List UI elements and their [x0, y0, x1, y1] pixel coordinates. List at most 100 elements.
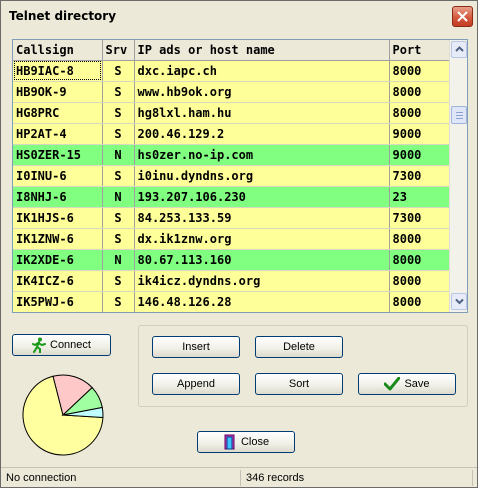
window-title: Telnet directory: [9, 9, 117, 23]
close-button-label: Close: [240, 436, 270, 449]
cell-port[interactable]: 9000: [389, 123, 450, 145]
close-icon: [457, 11, 468, 22]
delete-button[interactable]: Delete: [255, 336, 343, 358]
cell-port[interactable]: 7300: [389, 165, 450, 187]
cell-host[interactable]: 146.48.126.28: [134, 291, 390, 312]
column-header-callsign[interactable]: Callsign: [13, 40, 103, 61]
cell-port[interactable]: 8000: [389, 60, 450, 82]
cell-srv[interactable]: S: [102, 291, 135, 312]
cell-host[interactable]: hs0zer.no-ip.com: [134, 144, 390, 166]
running-man-icon: [32, 337, 46, 355]
scroll-up-button[interactable]: [451, 41, 467, 58]
connect-button[interactable]: Connect: [12, 334, 111, 356]
cell-host[interactable]: hg8lxl.ham.hu: [134, 102, 390, 124]
chevron-down-icon: [455, 298, 464, 305]
table-row[interactable]: I0INU-6 Si0inu.dyndns.org 7300: [13, 165, 450, 187]
cell-port[interactable]: 7300: [389, 207, 450, 229]
insert-button-label: Insert: [182, 341, 210, 354]
close-button[interactable]: Close: [197, 431, 295, 453]
cell-srv[interactable]: S: [102, 165, 135, 187]
cell-srv[interactable]: S: [102, 123, 135, 145]
cell-host[interactable]: dx.ik1znw.org: [134, 228, 390, 250]
table-row[interactable]: IK5PWJ-6 S 146.48.126.28 8000: [13, 291, 450, 312]
table-row[interactable]: IK1HJS-6 S 84.253.133.59 7300: [13, 207, 450, 229]
cell-host[interactable]: www.hb9ok.org: [134, 81, 390, 103]
cell-srv[interactable]: S: [102, 228, 135, 250]
table-row[interactable]: I8NHJ-6 N 193.207.106.230 23: [13, 186, 450, 208]
cell-callsign[interactable]: HG8PRC: [13, 102, 103, 124]
cell-host[interactable]: 193.207.106.230: [134, 186, 390, 208]
records-pie-chart: [22, 374, 104, 456]
save-button[interactable]: Save: [358, 373, 456, 395]
column-header-srv[interactable]: Srv: [102, 40, 135, 61]
table-row[interactable]: HB9OK-9 Swww.hb9ok.org 8000: [13, 81, 450, 103]
table-row[interactable]: HS0ZER-15 Nhs0zer.no-ip.com 9000: [13, 144, 450, 166]
scroll-down-button[interactable]: [451, 293, 467, 310]
status-bar: No connection 346 records: [1, 467, 477, 487]
cell-port[interactable]: 8000: [389, 270, 450, 292]
cell-callsign[interactable]: I0INU-6: [13, 165, 103, 187]
cell-srv[interactable]: N: [102, 144, 135, 166]
telnet-table: Callsign Srv IP ads or host name Port HB…: [13, 40, 450, 312]
append-button[interactable]: Append: [152, 373, 240, 395]
cell-callsign[interactable]: IK5PWJ-6: [13, 291, 103, 312]
cell-srv[interactable]: S: [102, 207, 135, 229]
status-record-count: 346 records: [243, 470, 473, 486]
sort-button[interactable]: Sort: [255, 373, 343, 395]
column-header-host[interactable]: IP ads or host name: [134, 40, 390, 61]
cell-callsign[interactable]: IK2XDE-6: [13, 249, 103, 271]
cell-callsign[interactable]: IK4ICZ-6: [13, 270, 103, 292]
telnet-grid[interactable]: Callsign Srv IP ads or host name Port HB…: [12, 39, 468, 313]
cell-port[interactable]: 8000: [389, 102, 450, 124]
chevron-up-icon: [455, 46, 464, 52]
cell-srv[interactable]: S: [102, 60, 135, 82]
cell-callsign[interactable]: IK1HJS-6: [13, 207, 103, 229]
column-header-port[interactable]: Port: [389, 40, 450, 61]
table-row[interactable]: IK4ICZ-6 Sik4icz.dyndns.org 8000: [13, 270, 450, 292]
checkmark-icon: [383, 376, 401, 391]
cell-port[interactable]: 9000: [389, 144, 450, 166]
insert-button[interactable]: Insert: [152, 336, 240, 358]
cell-srv[interactable]: S: [102, 102, 135, 124]
delete-button-label: Delete: [283, 341, 315, 354]
cell-callsign[interactable]: HB9OK-9: [13, 81, 103, 103]
table-row[interactable]: HB9IAC-8 Sdxc.iapc.ch 8000: [13, 60, 450, 82]
cell-callsign[interactable]: IK1ZNW-6: [13, 228, 103, 250]
cell-port[interactable]: 8000: [389, 291, 450, 312]
cell-host[interactable]: dxc.iapc.ch: [134, 60, 390, 82]
cell-host[interactable]: ik4icz.dyndns.org: [134, 270, 390, 292]
connect-button-label: Connect: [50, 339, 91, 352]
cell-callsign[interactable]: HS0ZER-15: [13, 144, 103, 166]
cell-host[interactable]: 84.253.133.59: [134, 207, 390, 229]
cell-port[interactable]: 8000: [389, 228, 450, 250]
scroll-thumb[interactable]: [451, 106, 467, 124]
append-button-label: Append: [177, 378, 215, 391]
cell-srv[interactable]: N: [102, 249, 135, 271]
cell-host[interactable]: 200.46.129.2: [134, 123, 390, 145]
cell-host[interactable]: i0inu.dyndns.org: [134, 165, 390, 187]
cell-callsign[interactable]: I8NHJ-6: [13, 186, 103, 208]
cell-port[interactable]: 8000: [389, 249, 450, 271]
table-row[interactable]: IK1ZNW-6 Sdx.ik1znw.org 8000: [13, 228, 450, 250]
cell-callsign[interactable]: HP2AT-4: [13, 123, 103, 145]
table-row[interactable]: HG8PRC Shg8lxl.ham.hu 8000: [13, 102, 450, 124]
save-button-label: Save: [404, 378, 430, 391]
sort-button-label: Sort: [288, 378, 310, 391]
cell-srv[interactable]: N: [102, 186, 135, 208]
title-bar[interactable]: Telnet directory: [1, 1, 477, 31]
telnet-directory-window: Telnet directory Callsign Srv IP ads or …: [0, 0, 478, 488]
grid-vertical-scrollbar[interactable]: [449, 40, 467, 312]
cell-host[interactable]: 80.67.113.160: [134, 249, 390, 271]
table-row[interactable]: HP2AT-4 S 200.46.129.2 9000: [13, 123, 450, 145]
cell-port[interactable]: 23: [389, 186, 450, 208]
cell-port[interactable]: 8000: [389, 81, 450, 103]
cell-srv[interactable]: S: [102, 81, 135, 103]
pie-slices: [22, 374, 104, 456]
status-connection: No connection: [3, 470, 241, 486]
grid-header-row: Callsign Srv IP ads or host name Port: [13, 40, 450, 61]
cell-srv[interactable]: S: [102, 270, 135, 292]
window-close-button[interactable]: [452, 6, 473, 27]
cell-callsign[interactable]: HB9IAC-8: [13, 60, 103, 82]
door-exit-icon: [224, 434, 235, 450]
table-row[interactable]: IK2XDE-6 N 80.67.113.160 8000: [13, 249, 450, 271]
